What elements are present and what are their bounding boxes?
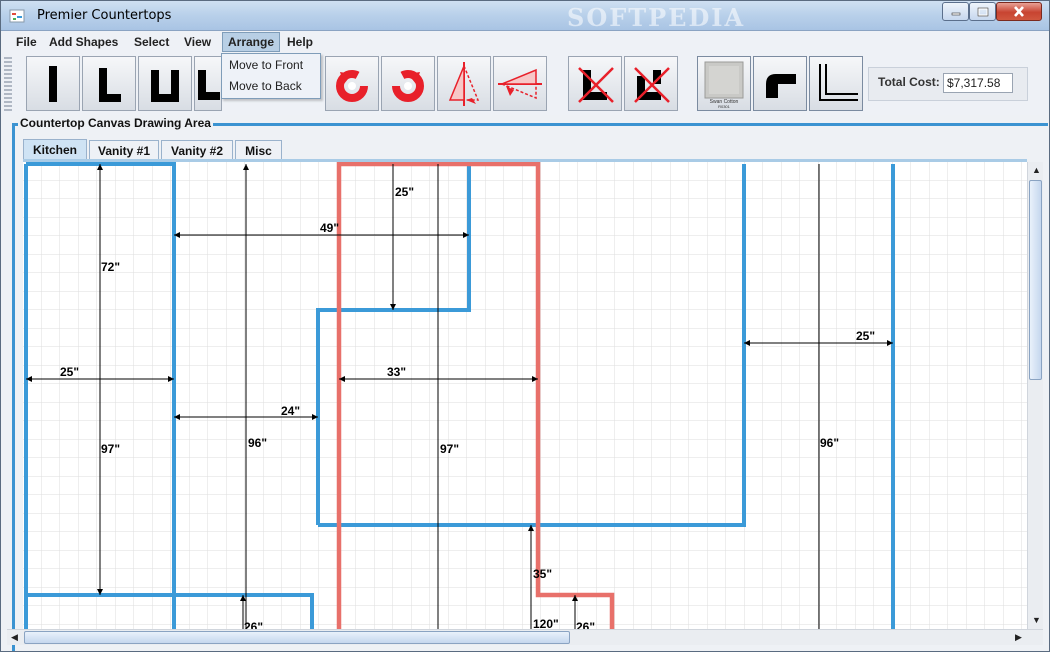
menu-view[interactable]: View — [178, 32, 217, 52]
straight-shape-button[interactable] — [26, 56, 80, 111]
toolbar: Swan Cotton R0301 Total Cost: $7,317.58 — [2, 53, 1048, 115]
edge-profile-icon — [766, 73, 796, 98]
dimension-label: 35" — [533, 567, 553, 581]
backsplash-icon — [819, 63, 858, 101]
menu-arrange[interactable]: Arrange — [222, 32, 281, 52]
dimension-label: 33" — [387, 365, 407, 379]
material-button[interactable]: Swan Cotton R0301 — [697, 56, 751, 111]
dimension-label: 25" — [60, 365, 80, 379]
dimension-label: 97" — [440, 442, 460, 456]
horizontal-scrollbar[interactable]: ◀ ▶ — [7, 629, 1043, 645]
scroll-down-icon[interactable]: ▼ — [1032, 615, 1041, 625]
scroll-left-icon[interactable]: ◀ — [11, 632, 18, 643]
swan-cotton-swatch: Swan Cotton R0301 — [704, 61, 744, 108]
rotate-ccw-icon — [336, 69, 368, 102]
app-window: Premier Countertops SOFTPEDIA File Add S… — [0, 0, 1050, 652]
flip-vertical-button[interactable] — [437, 56, 491, 111]
custom-shape-button[interactable] — [194, 56, 222, 111]
dimension-label: 26" — [576, 620, 596, 629]
flip-vertical-icon — [448, 61, 480, 106]
delete-l-mirror-icon — [634, 66, 670, 103]
canvas-area-title: Countertop Canvas Drawing Area — [18, 116, 213, 130]
menu-file[interactable]: File — [10, 32, 43, 52]
rotate-left-button[interactable] — [325, 56, 379, 111]
move-to-front-item[interactable]: Move to Front — [222, 54, 320, 75]
menu-help[interactable]: Help — [281, 32, 319, 52]
backsplash-button[interactable] — [809, 56, 863, 111]
minimize-button[interactable] — [942, 2, 969, 21]
scroll-right-icon[interactable]: ▶ — [1015, 632, 1022, 643]
dimension-label: 96" — [248, 436, 268, 450]
menu-add-shapes[interactable]: Add Shapes — [43, 32, 124, 52]
move-to-back-item[interactable]: Move to Back — [222, 75, 320, 96]
menu-bar: File Add Shapes Select View Arrange Help — [2, 31, 1048, 53]
delete-mirror-shape-button[interactable] — [624, 56, 678, 111]
u-shape-icon — [151, 69, 179, 102]
maximize-button[interactable] — [969, 2, 996, 21]
total-cost-label: Total Cost: — [878, 75, 940, 89]
delete-shape-button[interactable] — [568, 56, 622, 111]
drawing-canvas[interactable]: 72" 25" 97" 49" 25" 24" 96" 33" 97" 25" … — [23, 162, 1027, 629]
dimension-label: 96" — [820, 436, 840, 450]
flip-horizontal-icon — [498, 68, 542, 99]
menu-select[interactable]: Select — [128, 32, 175, 52]
i-shape-icon — [49, 65, 57, 102]
canvas-svg[interactable] — [23, 162, 1027, 629]
title-bar[interactable]: Premier Countertops SOFTPEDIA — [1, 1, 1049, 32]
arrange-dropdown: Move to Front Move to Back — [221, 53, 321, 99]
complex-shape-icon — [198, 69, 220, 100]
tab-misc[interactable]: Misc — [235, 140, 282, 160]
delete-l-icon — [578, 66, 614, 103]
dimension-label: 25" — [395, 185, 415, 199]
dimension-label: 25" — [856, 329, 876, 343]
tab-vanity-2[interactable]: Vanity #2 — [161, 140, 233, 160]
u-shape-button[interactable] — [138, 56, 192, 111]
minimize-icon — [951, 12, 960, 15]
dimension-label: 72" — [101, 260, 121, 274]
total-cost-value: $7,317.58 — [943, 73, 1013, 93]
svg-text:R0301: R0301 — [718, 104, 731, 108]
edge-profile-button[interactable] — [753, 56, 807, 111]
close-icon — [1014, 6, 1024, 17]
flip-horizontal-button[interactable] — [493, 56, 547, 111]
tab-kitchen[interactable]: Kitchen — [23, 139, 87, 160]
window-title: Premier Countertops — [37, 8, 172, 23]
close-button[interactable] — [996, 2, 1042, 21]
maximize-icon — [977, 7, 988, 16]
vertical-scrollbar[interactable]: ▲ ▼ — [1027, 162, 1043, 629]
dimension-label: 24" — [281, 404, 301, 418]
watermark: SOFTPEDIA — [567, 3, 746, 32]
dimension-label: 120" — [533, 617, 559, 629]
toolbar-grip[interactable] — [4, 57, 12, 113]
app-icon — [9, 9, 25, 23]
dimension-label: 49" — [320, 221, 340, 235]
dimension-label: 97" — [101, 442, 121, 456]
l-shape-button[interactable] — [82, 56, 136, 111]
horizontal-scroll-thumb[interactable] — [24, 631, 570, 644]
dimension-label: 26" — [244, 620, 264, 629]
rotate-cw-icon — [392, 69, 424, 102]
scroll-up-icon[interactable]: ▲ — [1032, 165, 1041, 175]
tab-vanity-1[interactable]: Vanity #1 — [89, 140, 159, 160]
vertical-scroll-thumb[interactable] — [1029, 180, 1042, 380]
rotate-right-button[interactable] — [381, 56, 435, 111]
l-shape-icon — [99, 67, 121, 102]
